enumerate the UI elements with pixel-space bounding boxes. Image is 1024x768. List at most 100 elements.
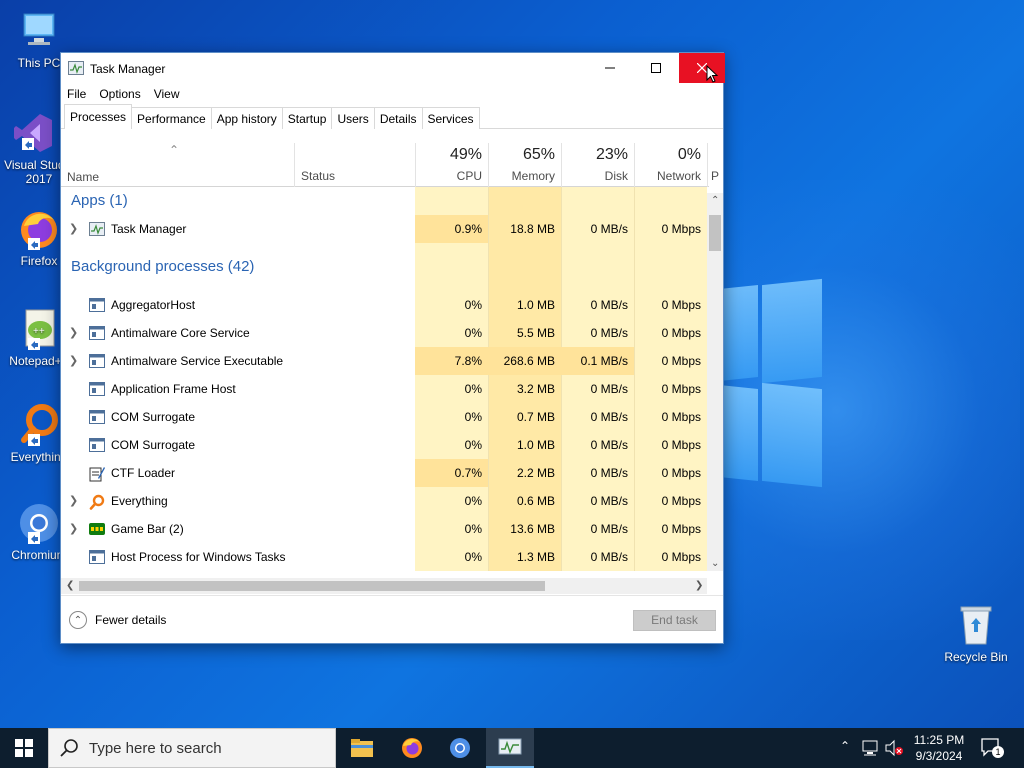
process-disk: 0 MB/s bbox=[590, 466, 628, 480]
column-disk-header[interactable]: 23% Disk bbox=[561, 143, 634, 187]
column-name[interactable]: Name bbox=[67, 170, 99, 184]
process-memory: 0.7 MB bbox=[516, 410, 555, 424]
process-icon bbox=[89, 410, 105, 424]
process-network: 0 Mbps bbox=[661, 550, 701, 564]
expand-chevron-icon[interactable]: ❯ bbox=[69, 215, 78, 243]
table-row[interactable]: ❯ Antimalware Service Executable 7.8% 268.6… bbox=[61, 347, 709, 375]
tab-processes[interactable]: Processes bbox=[64, 104, 133, 129]
vertical-scrollbar[interactable]: ⌃ ⌄ bbox=[707, 193, 723, 571]
process-cpu: 0% bbox=[464, 438, 482, 452]
taskbar-file-explorer[interactable] bbox=[338, 728, 386, 768]
process-memory: 268.6 MB bbox=[488, 347, 561, 375]
title-bar[interactable]: Task Manager bbox=[61, 53, 725, 83]
group-background-processes[interactable]: Background processes (42) bbox=[71, 253, 254, 281]
minimize-button[interactable] bbox=[587, 53, 633, 83]
start-button[interactable] bbox=[0, 728, 48, 768]
process-cpu: 0.9% bbox=[415, 215, 488, 243]
column-status-header[interactable]: Status bbox=[294, 143, 415, 187]
table-row[interactable]: CTF Loader 0.7% 2.2 MB 0 MB/s 0 Mbps bbox=[61, 459, 709, 487]
action-center-button[interactable]: 1 bbox=[980, 737, 1004, 759]
column-cpu-header[interactable]: 49% CPU bbox=[415, 143, 488, 187]
scroll-right-icon[interactable]: ❯ bbox=[695, 580, 703, 591]
tab-details[interactable]: Details bbox=[373, 107, 423, 129]
group-apps[interactable]: Apps (1) bbox=[71, 187, 128, 215]
process-name: COM Surrogate bbox=[111, 438, 196, 452]
horizontal-scroll-thumb[interactable] bbox=[79, 581, 545, 591]
column-cpu: CPU bbox=[456, 169, 482, 183]
system-clock[interactable]: 11:25 PM 9/3/2024 bbox=[906, 732, 972, 764]
process-cpu: 0% bbox=[464, 382, 482, 396]
vertical-scroll-thumb[interactable] bbox=[709, 215, 721, 251]
scroll-left-icon[interactable]: ❮ bbox=[66, 580, 74, 591]
end-task-button[interactable]: End task bbox=[633, 610, 716, 631]
horizontal-scrollbar[interactable]: ❮ ❯ bbox=[61, 578, 707, 594]
table-row[interactable]: COM Surrogate 0% 1.0 MB 0 MB/s 0 Mbps bbox=[61, 431, 709, 459]
process-network: 0 Mbps bbox=[661, 222, 701, 236]
table-row[interactable]: Application Frame Host 0% 3.2 MB 0 MB/s 0 Mb… bbox=[61, 375, 709, 403]
svg-text:++: ++ bbox=[33, 326, 45, 337]
process-disk: 0.1 MB/s bbox=[561, 347, 634, 375]
column-disk: Disk bbox=[604, 169, 628, 183]
process-disk: 0 MB/s bbox=[590, 222, 628, 236]
column-power-header[interactable]: P bbox=[707, 143, 721, 187]
tab-startup[interactable]: Startup bbox=[281, 107, 333, 129]
menu-view[interactable]: View bbox=[154, 87, 180, 101]
taskbar-firefox[interactable] bbox=[388, 728, 436, 768]
network-icon[interactable] bbox=[862, 740, 880, 756]
expand-chevron-icon[interactable]: ❯ bbox=[69, 487, 78, 515]
cpu-total: 49% bbox=[449, 146, 482, 163]
table-row[interactable]: Host Process for Windows Tasks 0% 1.3 MB 0 … bbox=[61, 543, 709, 571]
taskbar-chromium[interactable] bbox=[436, 728, 484, 768]
firefox-icon bbox=[402, 738, 422, 758]
process-disk: 0 MB/s bbox=[590, 326, 628, 340]
menu-file[interactable]: File bbox=[67, 87, 86, 101]
expand-chevron-icon[interactable]: ❯ bbox=[69, 515, 78, 543]
scroll-up-icon[interactable]: ⌃ bbox=[711, 195, 719, 206]
tab-app-history[interactable]: App history bbox=[210, 107, 283, 129]
expand-chevron-icon[interactable]: ❯ bbox=[69, 347, 78, 375]
fewer-details-button[interactable]: ⌃ Fewer details bbox=[69, 611, 166, 629]
process-cpu: 0% bbox=[464, 494, 482, 508]
tab-bar: Processes Performance App history Startu… bbox=[61, 104, 723, 129]
process-name: Everything bbox=[111, 494, 168, 508]
show-hidden-icons-chevron-icon[interactable]: ⌃ bbox=[840, 739, 850, 753]
expand-chevron-icon[interactable]: ❯ bbox=[69, 319, 78, 347]
process-name: AggregatorHost bbox=[111, 298, 196, 312]
table-row[interactable]: ❯ Task Manager 0.9% 18.8 MB 0 MB/s 0 Mbps bbox=[61, 215, 709, 243]
firefox-icon bbox=[16, 206, 62, 252]
minimize-icon bbox=[605, 67, 615, 69]
volume-muted-icon[interactable] bbox=[884, 739, 904, 757]
column-memory-header[interactable]: 65% Memory bbox=[488, 143, 561, 187]
clock-time: 11:25 PM bbox=[913, 733, 965, 747]
process-icon bbox=[89, 382, 105, 396]
menu-options[interactable]: Options bbox=[99, 87, 140, 101]
table-row[interactable]: ❯ Game Bar (2) 0% 13.6 MB 0 MB/s 0 Mbps bbox=[61, 515, 709, 543]
taskbar-search-box[interactable]: Type here to search bbox=[48, 728, 336, 768]
tab-services[interactable]: Services bbox=[421, 107, 480, 129]
process-name: CTF Loader bbox=[111, 466, 176, 480]
taskbar-task-manager[interactable] bbox=[486, 728, 534, 768]
maximize-button[interactable] bbox=[633, 53, 679, 83]
process-name: Application Frame Host bbox=[111, 382, 236, 396]
tab-users[interactable]: Users bbox=[331, 107, 375, 129]
chromium-icon bbox=[16, 500, 62, 546]
scroll-down-icon[interactable]: ⌄ bbox=[711, 558, 719, 569]
process-disk: 0 MB/s bbox=[590, 550, 628, 564]
table-row[interactable]: ❯ Everything 0% 0.6 MB 0 MB/s 0 Mbps bbox=[61, 487, 709, 515]
process-cpu: 0% bbox=[464, 550, 482, 564]
taskbar: Type here to search ⌃ 11:25 PM 9/3/2024 … bbox=[0, 728, 1024, 768]
process-disk: 0 MB/s bbox=[590, 382, 628, 396]
process-memory: 0.6 MB bbox=[516, 494, 555, 508]
process-disk: 0 MB/s bbox=[590, 522, 628, 536]
process-memory: 1.3 MB bbox=[516, 550, 555, 564]
recycle-bin-icon bbox=[953, 602, 999, 648]
process-network: 0 Mbps bbox=[661, 298, 701, 312]
column-network-header[interactable]: 0% Network bbox=[634, 143, 707, 187]
table-row[interactable]: ❯ Antimalware Core Service 0% 5.5 MB 0 MB/s 0… bbox=[61, 319, 709, 347]
table-row[interactable]: AggregatorHost 0% 1.0 MB 0 MB/s 0 Mbps bbox=[61, 291, 709, 319]
task-manager-icon bbox=[68, 61, 84, 75]
process-memory: 1.0 MB bbox=[516, 298, 555, 312]
table-row[interactable]: COM Surrogate 0% 0.7 MB 0 MB/s 0 Mbps bbox=[61, 403, 709, 431]
desktop-icon-recycle-bin[interactable]: Recycle Bin bbox=[938, 602, 1014, 664]
tab-performance[interactable]: Performance bbox=[131, 107, 212, 129]
